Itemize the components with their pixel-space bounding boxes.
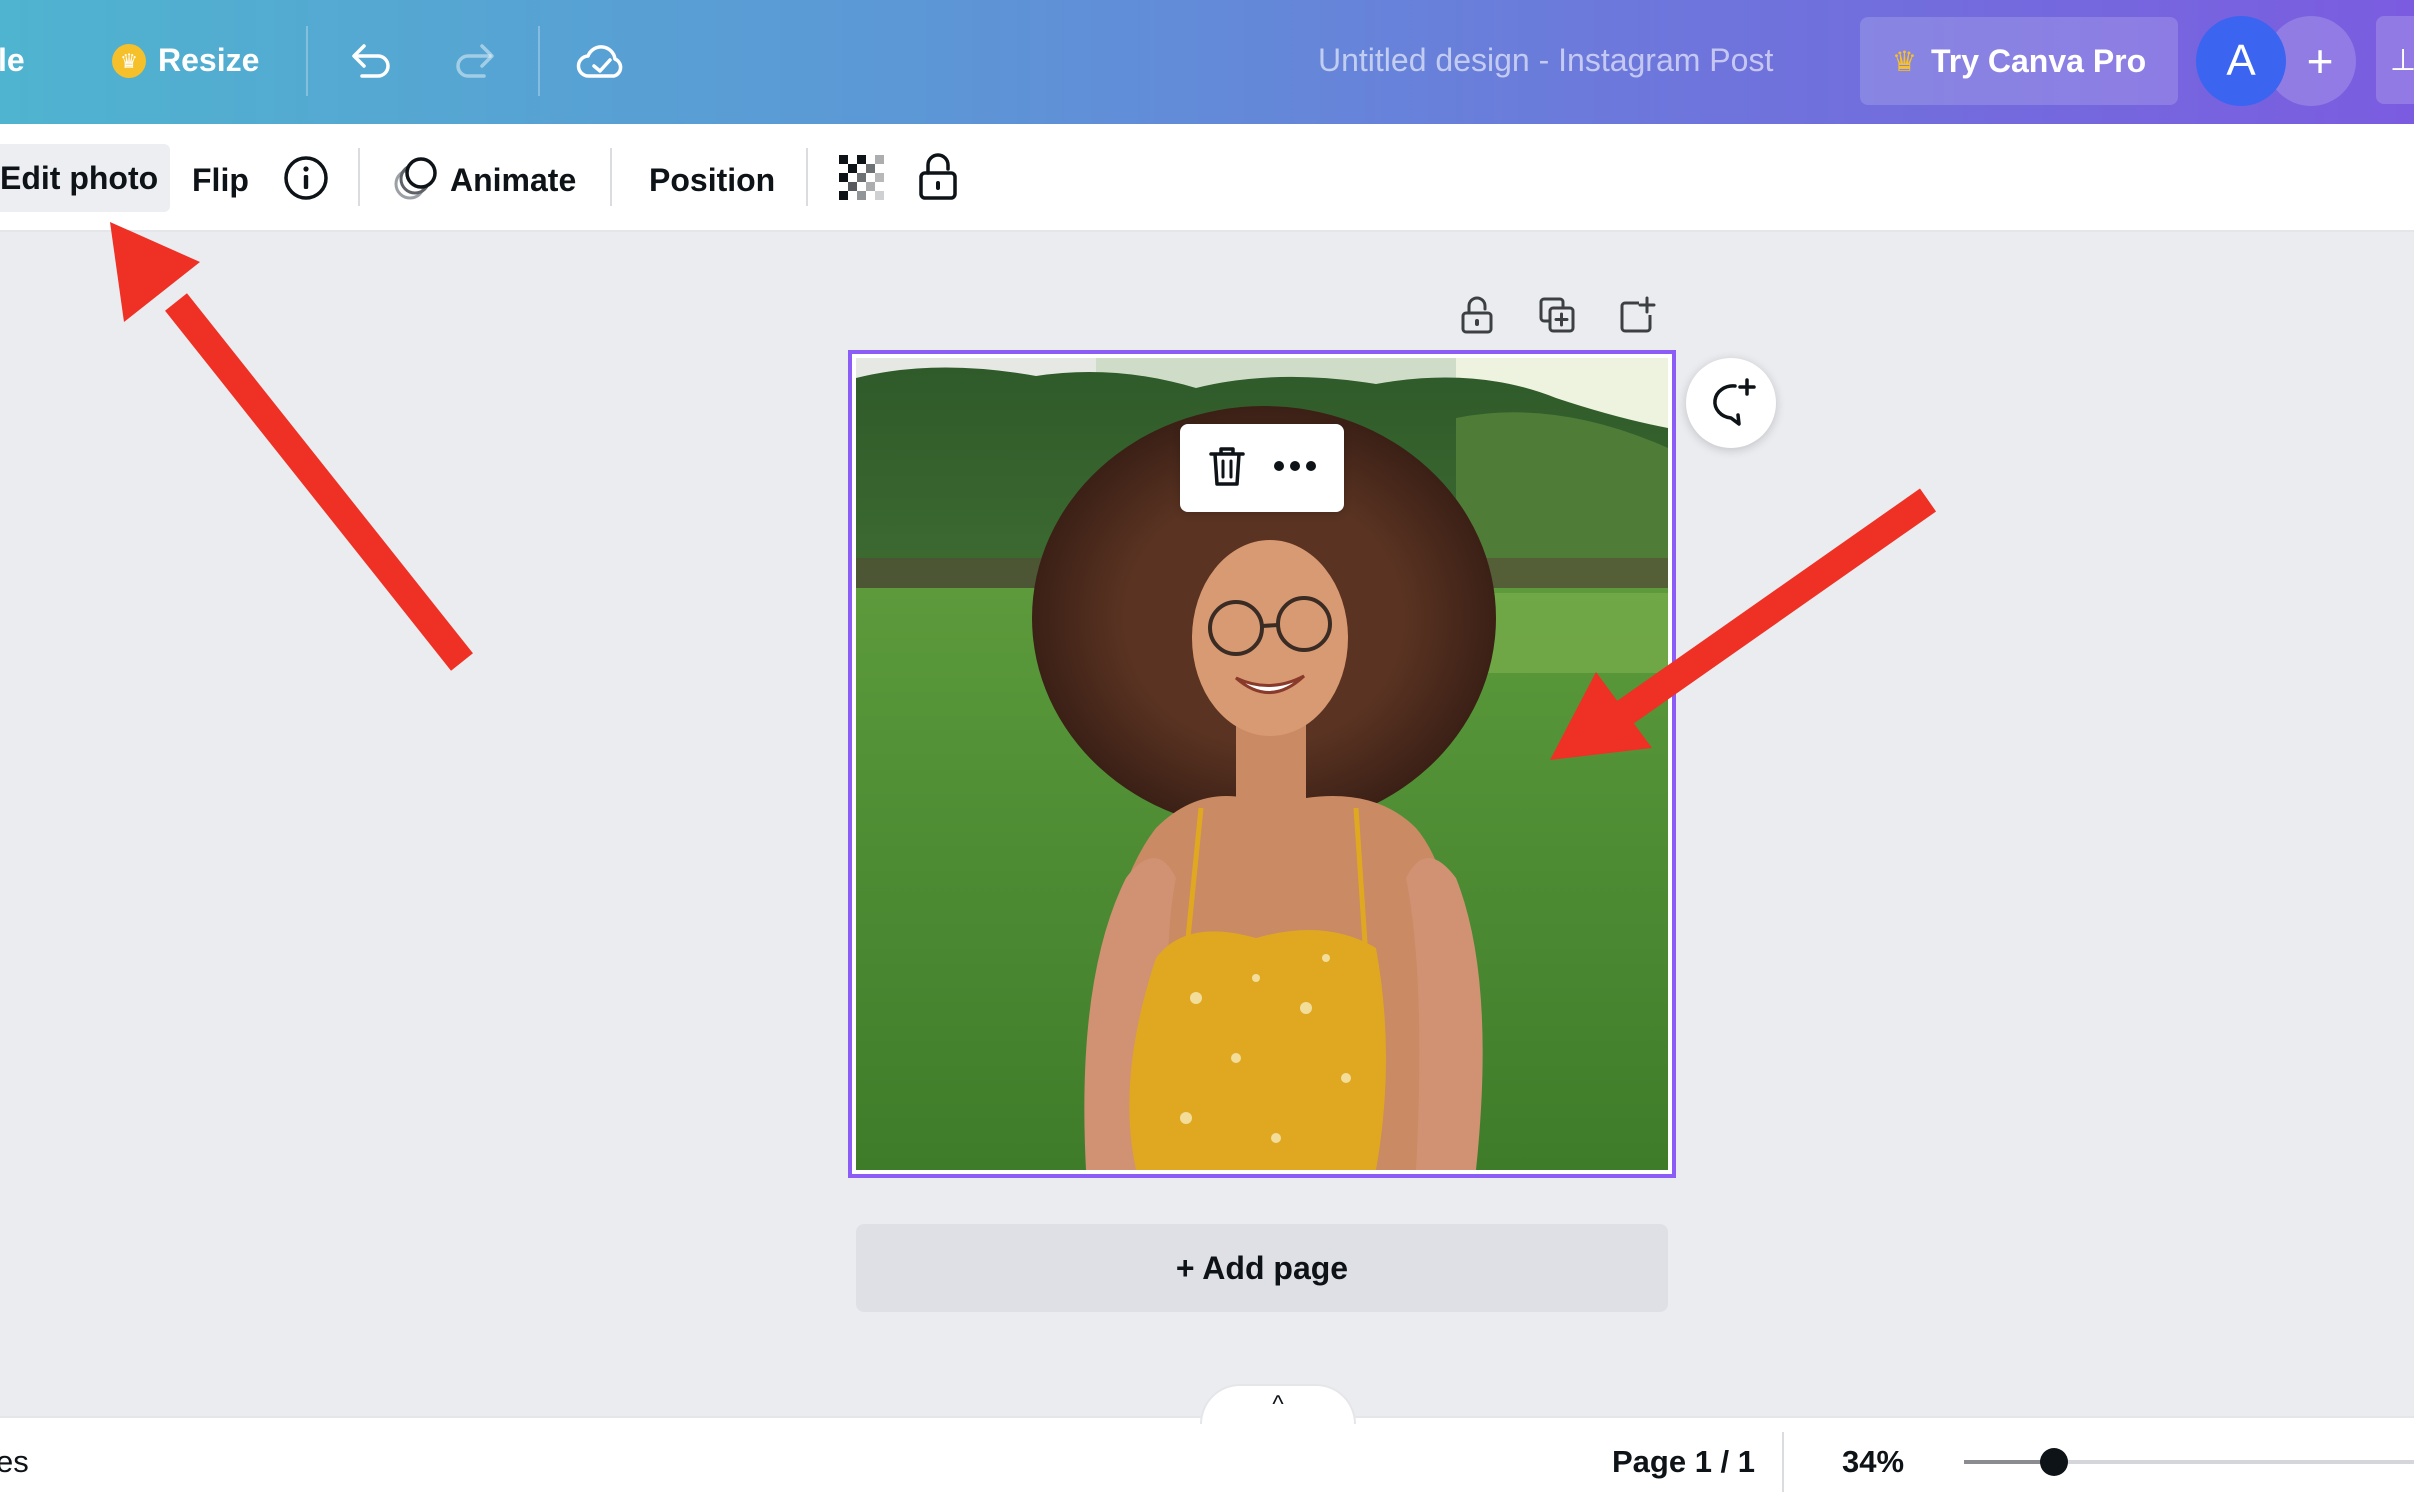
add-page-icon[interactable] [1612,290,1662,340]
zoom-percentage[interactable]: 34% [1842,1444,1904,1480]
add-page-button[interactable]: + Add page [856,1224,1668,1312]
toolbar-divider [806,148,808,206]
header-divider [306,26,308,96]
cloud-saved-icon[interactable] [574,34,630,90]
crown-icon: ♛ [1891,45,1917,77]
info-icon[interactable] [278,150,334,206]
edit-photo-button[interactable]: Edit photo [0,144,170,212]
try-pro-label: Try Canva Pro [1930,42,2147,79]
header-divider [538,26,540,96]
animate-button[interactable]: Animate [450,162,576,199]
try-canva-pro-button[interactable]: ♛ Try Canva Pro [1860,17,2178,105]
toolbar-divider [358,148,360,206]
chevron-up-icon: ^ [1272,1391,1284,1418]
position-button[interactable]: Position [649,162,775,199]
status-area: ^ es Page 1 / 1 34% [0,1380,2414,1504]
transparency-icon[interactable] [834,150,890,206]
add-comment-button[interactable] [1686,358,1776,448]
edit-photo-label: Edit photo [0,159,159,196]
footer-divider [1782,1432,1784,1492]
toolbar-divider [610,148,612,206]
page-indicator[interactable]: Page 1 / 1 [1612,1444,1755,1480]
collapse-pages-button[interactable]: ^ [1200,1384,1356,1424]
context-toolbar: Edit photo Flip Animate Position [0,124,2414,232]
flip-button[interactable]: Flip [192,162,249,199]
redo-icon[interactable] [446,34,502,90]
lock-page-icon[interactable] [1452,290,1502,340]
file-menu-button[interactable]: le [0,42,25,79]
share-icon: ⊥ [2390,43,2414,77]
lock-icon[interactable] [910,148,966,204]
duplicate-page-icon[interactable] [1532,290,1582,340]
undo-icon[interactable] [344,34,400,90]
editor-header: le ♛ Resize Untitled design - Instagram … [0,0,2414,124]
arrow-to-edit-photo [110,222,473,671]
zoom-slider-handle[interactable] [2040,1448,2068,1476]
resize-button[interactable]: Resize [158,42,259,79]
design-title[interactable]: Untitled design - Instagram Post [1318,42,1773,79]
avatar[interactable]: A [2196,16,2286,106]
trash-icon[interactable] [1207,444,1247,493]
more-options-icon[interactable] [1273,459,1317,477]
crown-icon: ♛ [112,44,146,78]
share-button[interactable]: ⊥ [2376,16,2414,104]
notes-button[interactable]: es [0,1444,29,1480]
plus-icon: + [2306,35,2334,87]
zoom-slider[interactable] [1964,1448,2414,1476]
comment-plus-icon [1713,378,1756,426]
animate-icon[interactable] [388,150,444,206]
element-quick-menu [1180,424,1344,512]
